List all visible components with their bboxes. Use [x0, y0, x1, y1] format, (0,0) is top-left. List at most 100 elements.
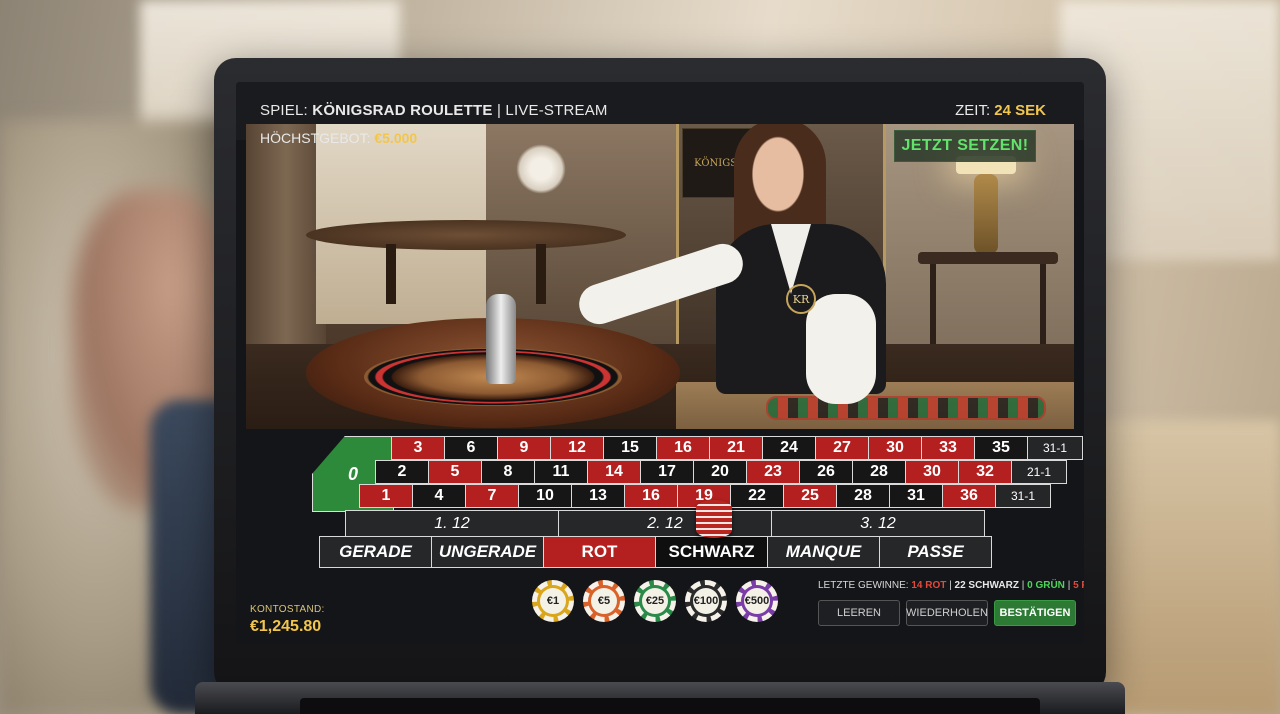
- bet-number-4[interactable]: 4: [412, 484, 466, 508]
- bet-number-27[interactable]: 27: [815, 436, 869, 460]
- bet-low-button[interactable]: MANQUE: [767, 536, 880, 568]
- recent-win-item: 22 SCHWARZ: [954, 580, 1019, 591]
- chip-label: €5: [591, 588, 617, 614]
- bet-dozen[interactable]: 1. 12: [345, 510, 559, 538]
- background-floor: [1080, 420, 1280, 714]
- betting-board: 0 3 6 9 12 15 16 21 24 27 30 33 35 31-1 2 5 8 11 14 17 20 23…: [312, 432, 1083, 582]
- bet-number-33[interactable]: 33: [921, 436, 975, 460]
- bet-number-8[interactable]: 8: [481, 460, 535, 484]
- bet-number-30[interactable]: 30: [868, 436, 922, 460]
- recent-wins: LETZTE GEWINNE: 14 ROT | 22 SCHWARZ | 0 …: [818, 580, 1084, 591]
- bet-number-7[interactable]: 7: [465, 484, 519, 508]
- bet-number-23[interactable]: 23: [746, 460, 800, 484]
- bet-number-15[interactable]: 15: [603, 436, 657, 460]
- bet-column[interactable]: 31-1: [995, 484, 1051, 508]
- bet-column[interactable]: 21-1: [1011, 460, 1067, 484]
- laptop-screen: SPIEL: KÖNIGSRAD ROULETTE | LIVE-STREAM …: [236, 82, 1084, 644]
- bet-red-button[interactable]: ROT: [543, 536, 656, 568]
- chip-500-button[interactable]: €500: [736, 580, 778, 622]
- bet-number-26[interactable]: 26: [799, 460, 853, 484]
- chip-5-button[interactable]: €5: [583, 580, 625, 622]
- bet-number-2[interactable]: 2: [375, 460, 429, 484]
- video-round-table-legs: [386, 244, 546, 304]
- bet-number-12[interactable]: 12: [550, 436, 604, 460]
- chip-selector: €1 €5 €25 €100 €500: [532, 580, 778, 622]
- bet-number-28[interactable]: 28: [836, 484, 890, 508]
- placed-chip-stack: [696, 500, 732, 538]
- recent-win-item: 0 GRÜN: [1027, 580, 1065, 591]
- roulette-turret: [486, 294, 516, 384]
- game-title: SPIEL: KÖNIGSRAD ROULETTE | LIVE-STREAM: [260, 102, 608, 119]
- video-felt-layout: [766, 396, 1046, 420]
- bet-black-button[interactable]: SCHWARZ: [655, 536, 768, 568]
- dealer-face: [746, 128, 810, 212]
- chip-label: €100: [693, 588, 719, 614]
- bet-dozen[interactable]: 3. 12: [771, 510, 985, 538]
- recent-wins-label: LETZTE GEWINNE:: [818, 580, 909, 591]
- video-lamp-base: [974, 174, 998, 254]
- bet-even-button[interactable]: GERADE: [319, 536, 432, 568]
- balance-label: KONTOSTAND:: [250, 604, 325, 615]
- bet-number-10[interactable]: 10: [518, 484, 572, 508]
- bet-number-14[interactable]: 14: [587, 460, 641, 484]
- number-row: 3 6 9 12 15 16 21 24 27 30 33 35 31-1: [391, 436, 1083, 460]
- bet-number-3[interactable]: 3: [391, 436, 445, 460]
- repeat-button[interactable]: WIEDERHOLEN: [906, 600, 988, 626]
- bet-number-6[interactable]: 6: [444, 436, 498, 460]
- laptop-keyboard-edge: [300, 698, 1040, 714]
- bet-number-9[interactable]: 9: [497, 436, 551, 460]
- chip-label: €500: [744, 588, 770, 614]
- bet-column[interactable]: 31-1: [1027, 436, 1083, 460]
- game-prefix: SPIEL:: [260, 102, 308, 119]
- bet-number-25[interactable]: 25: [783, 484, 837, 508]
- bet-number-36[interactable]: 36: [942, 484, 996, 508]
- bet-number-32[interactable]: 32: [958, 460, 1012, 484]
- balance-value: €1,245.80: [250, 618, 322, 635]
- bet-odd-button[interactable]: UNGERADE: [431, 536, 544, 568]
- bet-number-30[interactable]: 30: [905, 460, 959, 484]
- bet-timer: ZEIT: 24 SEK: [955, 102, 1046, 119]
- dozen-bets: 1. 12 2. 12 3. 12: [345, 510, 985, 538]
- game-name: KÖNIGSRAD ROULETTE: [312, 102, 493, 119]
- max-bet-label: HÖCHSTGEBOT:: [260, 130, 371, 146]
- video-flowers: [516, 144, 566, 194]
- bet-number-28[interactable]: 28: [852, 460, 906, 484]
- chip-label: €1: [540, 588, 566, 614]
- bet-number-16[interactable]: 16: [656, 436, 710, 460]
- bet-number-31[interactable]: 31: [889, 484, 943, 508]
- bet-actions: LEEREN WIEDERHOLEN BESTÄTIGEN: [818, 600, 1076, 626]
- video-side-table-legs: [930, 264, 1046, 354]
- number-row: 2 5 8 11 14 17 20 23 26 28 30 32 21-1: [375, 460, 1067, 484]
- bet-number-1[interactable]: 1: [359, 484, 413, 508]
- chip-25-button[interactable]: €25: [634, 580, 676, 622]
- max-bet-value: €5.000: [374, 130, 418, 146]
- confirm-button[interactable]: BESTÄTIGEN: [994, 600, 1076, 626]
- bet-number-13[interactable]: 13: [571, 484, 625, 508]
- chip-100-button[interactable]: €100: [685, 580, 727, 622]
- timer-value: 24 SEK: [994, 102, 1046, 119]
- max-bet: HÖCHSTGEBOT: €5.000: [260, 130, 417, 146]
- timer-label: ZEIT:: [955, 102, 991, 119]
- clear-button[interactable]: LEEREN: [818, 600, 900, 626]
- dealer-badge: KR: [786, 284, 816, 314]
- chip-1-button[interactable]: €1: [532, 580, 574, 622]
- bet-number-17[interactable]: 17: [640, 460, 694, 484]
- bet-high-button[interactable]: PASSE: [879, 536, 992, 568]
- chip-label: €25: [642, 588, 668, 614]
- even-money-bets: GERADE UNGERADE ROT SCHWARZ MANQUE PASSE: [319, 536, 992, 568]
- place-bets-status: JETZT SETZEN!: [894, 130, 1036, 162]
- video-side-table: [918, 252, 1058, 264]
- recent-win-item: 5 ROT: [1073, 580, 1084, 591]
- dealer-arm-right: [806, 294, 876, 404]
- game-suffix: | LIVE-STREAM: [496, 102, 608, 119]
- bet-number-11[interactable]: 11: [534, 460, 588, 484]
- bet-number-22[interactable]: 22: [730, 484, 784, 508]
- bet-number-20[interactable]: 20: [693, 460, 747, 484]
- bet-number-24[interactable]: 24: [762, 436, 816, 460]
- bet-number-35[interactable]: 35: [974, 436, 1028, 460]
- bet-dozen[interactable]: 2. 12: [558, 510, 772, 538]
- video-curtain: [246, 124, 326, 364]
- bet-number-21[interactable]: 21: [709, 436, 763, 460]
- bet-number-5[interactable]: 5: [428, 460, 482, 484]
- bet-number-16[interactable]: 16: [624, 484, 678, 508]
